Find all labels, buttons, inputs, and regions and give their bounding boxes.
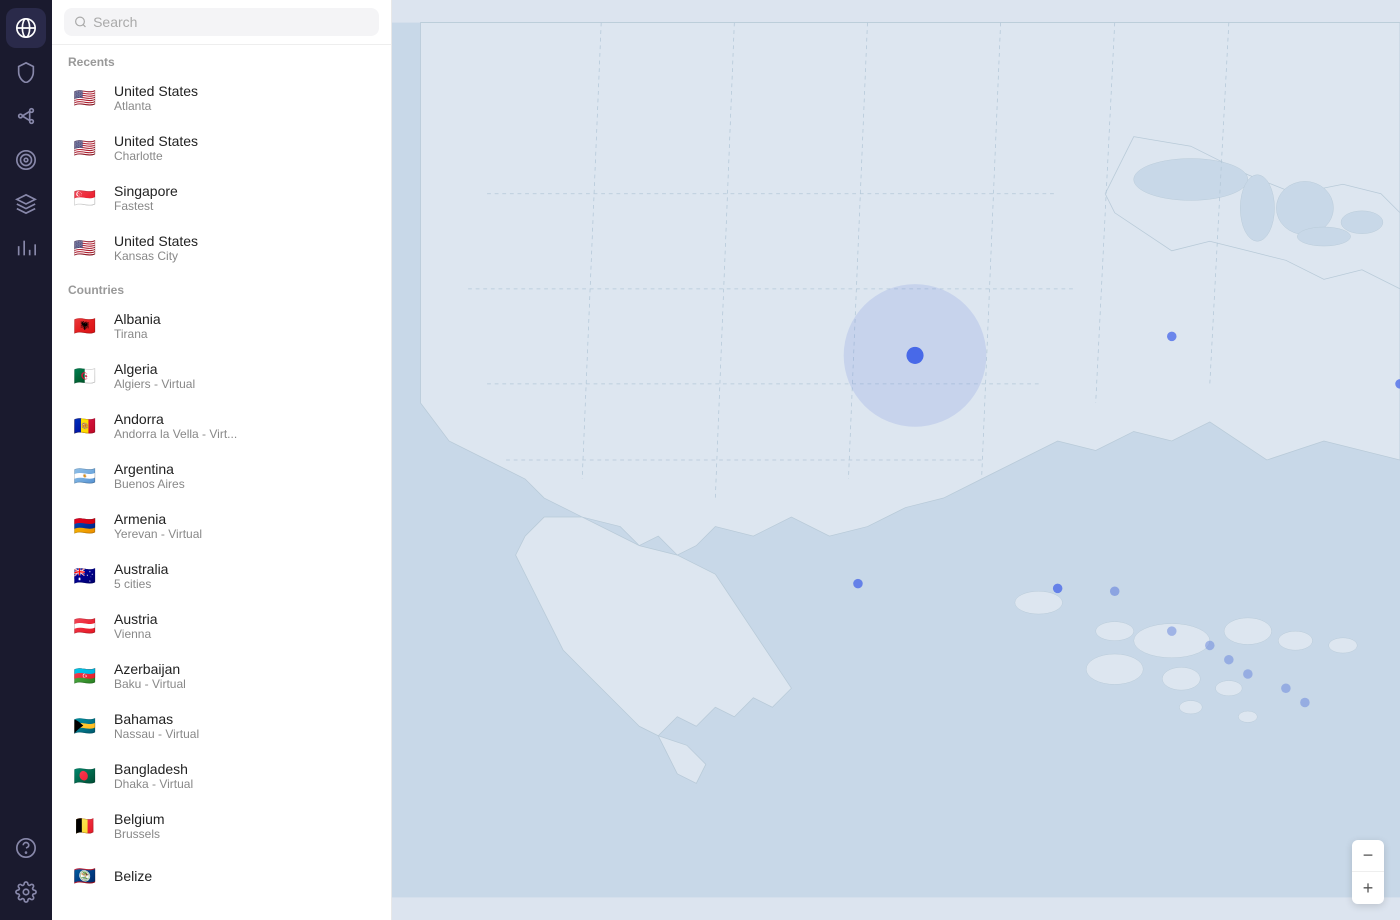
country-item[interactable]: 🇦🇹 Austria Vienna <box>52 601 391 651</box>
search-input[interactable] <box>93 14 369 30</box>
country-item[interactable]: 🇧🇪 Belgium Brussels <box>52 801 391 851</box>
nav-target[interactable] <box>6 140 46 180</box>
list-scroll: Recents 🇺🇸 United States Atlanta 🇺🇸 Unit… <box>52 45 391 920</box>
country-name: Albania <box>114 311 161 327</box>
country-city: Algiers - Virtual <box>114 377 195 391</box>
countries-label: Countries <box>52 273 391 301</box>
country-name: Andorra <box>114 411 237 427</box>
country-name: Singapore <box>114 183 178 199</box>
search-icon <box>74 15 87 29</box>
map-area: − + <box>392 0 1400 920</box>
country-city: Andorra la Vella - Virt... <box>114 427 237 441</box>
country-city: Charlotte <box>114 149 198 163</box>
nav-settings[interactable] <box>6 872 46 912</box>
country-item[interactable]: 🇧🇿 Belize <box>52 851 391 901</box>
map-controls: − + <box>1352 840 1384 904</box>
country-name: Algeria <box>114 361 195 377</box>
recents-label: Recents <box>52 45 391 73</box>
flag: 🇺🇸 <box>68 231 102 265</box>
country-item[interactable]: 🇧🇸 Bahamas Nassau - Virtual <box>52 701 391 751</box>
flag: 🇩🇿 <box>68 359 102 393</box>
country-city: Buenos Aires <box>114 477 185 491</box>
country-name: Armenia <box>114 511 202 527</box>
nav-shield[interactable] <box>6 52 46 92</box>
country-city: Baku - Virtual <box>114 677 186 691</box>
country-city: Brussels <box>114 827 165 841</box>
country-name: Argentina <box>114 461 185 477</box>
country-item[interactable]: 🇦🇲 Armenia Yerevan - Virtual <box>52 501 391 551</box>
flag: 🇦🇿 <box>68 659 102 693</box>
recent-item[interactable]: 🇺🇸 United States Atlanta <box>52 73 391 123</box>
search-bar <box>52 0 391 45</box>
country-name: Belgium <box>114 811 165 827</box>
flag: 🇧🇪 <box>68 809 102 843</box>
flag: 🇧🇸 <box>68 709 102 743</box>
nav-stats[interactable] <box>6 228 46 268</box>
country-city: Dhaka - Virtual <box>114 777 193 791</box>
recent-item[interactable]: 🇺🇸 United States Kansas City <box>52 223 391 273</box>
country-item[interactable]: 🇩🇿 Algeria Algiers - Virtual <box>52 351 391 401</box>
country-city: Yerevan - Virtual <box>114 527 202 541</box>
recent-item[interactable]: 🇸🇬 Singapore Fastest <box>52 173 391 223</box>
map-svg <box>392 0 1400 920</box>
icon-sidebar <box>0 0 52 920</box>
country-city: Atlanta <box>114 99 198 113</box>
country-city: 5 cities <box>114 577 168 591</box>
country-city: Vienna <box>114 627 158 641</box>
country-item[interactable]: 🇧🇩 Bangladesh Dhaka - Virtual <box>52 751 391 801</box>
flag: 🇧🇩 <box>68 759 102 793</box>
country-item[interactable]: 🇦🇷 Argentina Buenos Aires <box>52 451 391 501</box>
country-name: Bahamas <box>114 711 199 727</box>
country-item[interactable]: 🇦🇩 Andorra Andorra la Vella - Virt... <box>52 401 391 451</box>
country-item[interactable]: 🇦🇱 Albania Tirana <box>52 301 391 351</box>
nav-mesh[interactable] <box>6 96 46 136</box>
country-city: Fastest <box>114 199 178 213</box>
flag: 🇦🇲 <box>68 509 102 543</box>
flag: 🇦🇺 <box>68 559 102 593</box>
flag: 🇧🇿 <box>68 859 102 893</box>
flag: 🇸🇬 <box>68 181 102 215</box>
country-item[interactable]: 🇦🇺 Australia 5 cities <box>52 551 391 601</box>
country-name: Australia <box>114 561 168 577</box>
search-input-wrap[interactable] <box>64 8 379 36</box>
zoom-out-button[interactable]: − <box>1352 840 1384 872</box>
country-name: Belize <box>114 868 152 884</box>
country-name: United States <box>114 233 198 249</box>
recent-item[interactable]: 🇺🇸 United States Charlotte <box>52 123 391 173</box>
country-name: United States <box>114 83 198 99</box>
flag: 🇦🇱 <box>68 309 102 343</box>
country-name: Azerbaijan <box>114 661 186 677</box>
country-city: Tirana <box>114 327 161 341</box>
nav-help[interactable] <box>6 828 46 868</box>
flag: 🇦🇹 <box>68 609 102 643</box>
country-city: Nassau - Virtual <box>114 727 199 741</box>
nav-globe[interactable] <box>6 8 46 48</box>
list-panel: Recents 🇺🇸 United States Atlanta 🇺🇸 Unit… <box>52 0 392 920</box>
flag: 🇺🇸 <box>68 81 102 115</box>
country-city: Kansas City <box>114 249 198 263</box>
flag: 🇦🇷 <box>68 459 102 493</box>
nav-layers[interactable] <box>6 184 46 224</box>
zoom-in-button[interactable]: + <box>1352 872 1384 904</box>
flag: 🇺🇸 <box>68 131 102 165</box>
country-name: Austria <box>114 611 158 627</box>
country-name: Bangladesh <box>114 761 193 777</box>
country-name: United States <box>114 133 198 149</box>
country-item[interactable]: 🇦🇿 Azerbaijan Baku - Virtual <box>52 651 391 701</box>
flag: 🇦🇩 <box>68 409 102 443</box>
